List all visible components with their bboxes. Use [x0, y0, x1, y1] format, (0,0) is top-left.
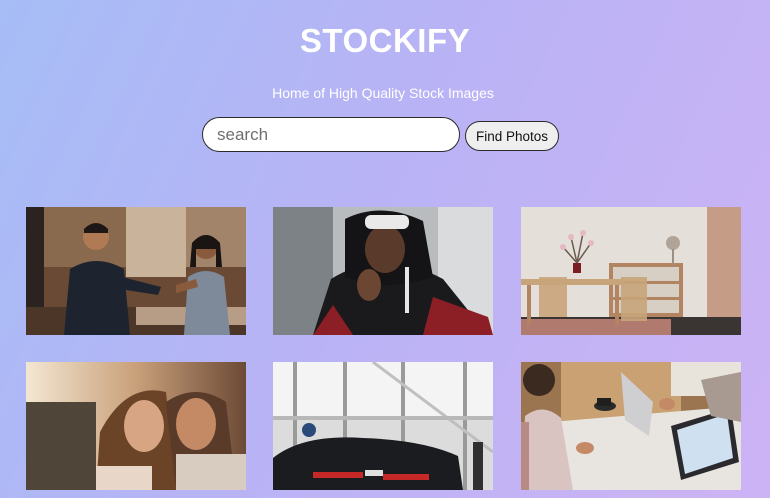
- photo-dining-room-interior[interactable]: [521, 207, 741, 335]
- photo-image: [26, 207, 246, 335]
- photo-black-sports-car[interactable]: [273, 362, 493, 490]
- photo-image: [521, 207, 741, 335]
- photo-couple-embracing[interactable]: [26, 362, 246, 490]
- photo-gallery: [0, 0, 770, 498]
- photo-man-in-hoodie[interactable]: [273, 207, 493, 335]
- photo-image: [273, 362, 493, 490]
- photo-image: [273, 207, 493, 335]
- photo-image: [521, 362, 741, 490]
- photo-image: [26, 362, 246, 490]
- photo-people-working-laptops[interactable]: [521, 362, 741, 490]
- photo-people-laughing-cafe[interactable]: [26, 207, 246, 335]
